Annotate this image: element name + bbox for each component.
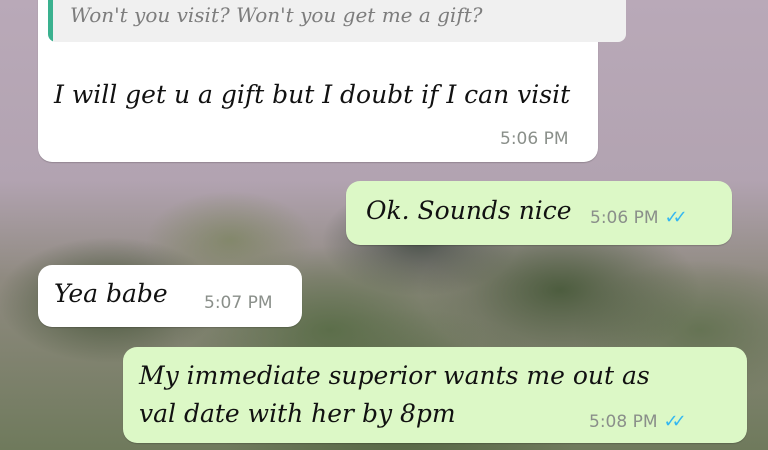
- message-time: 5:08 PM: [589, 412, 658, 432]
- message-text: I will get u a gift but I doubt if I can…: [54, 80, 571, 109]
- quote-accent-bar: [48, 0, 53, 42]
- message-text: Ok. Sounds nice: [366, 196, 572, 225]
- message-meta: 5:06 PM ✓✓: [590, 207, 688, 228]
- message-meta: 5:08 PM ✓✓: [589, 411, 687, 432]
- double-check-read-icon: ✓✓: [663, 411, 687, 432]
- message-text: Yea babe: [54, 279, 168, 308]
- message-time: 5:06 PM: [500, 129, 569, 149]
- quoted-message-text: Won't you visit? Won't you get me a gift…: [70, 3, 483, 27]
- message-bubble-outgoing[interactable]: My immediate superior wants me out as va…: [123, 347, 747, 443]
- message-time: 5:06 PM: [590, 208, 659, 228]
- quoted-message[interactable]: Won't you visit? Won't you get me a gift…: [48, 0, 626, 42]
- message-text-line-2: val date with her by 8pm: [139, 399, 456, 428]
- message-time: 5:07 PM: [204, 293, 273, 313]
- message-bubble-incoming[interactable]: Won't you visit? Won't you get me a gift…: [38, 0, 626, 162]
- message-text-line-1: My immediate superior wants me out as: [139, 361, 650, 390]
- message-bubble-outgoing[interactable]: Ok. Sounds nice 5:06 PM ✓✓: [346, 181, 732, 245]
- message-bubble-incoming[interactable]: Yea babe 5:07 PM: [38, 265, 302, 327]
- double-check-read-icon: ✓✓: [664, 207, 688, 228]
